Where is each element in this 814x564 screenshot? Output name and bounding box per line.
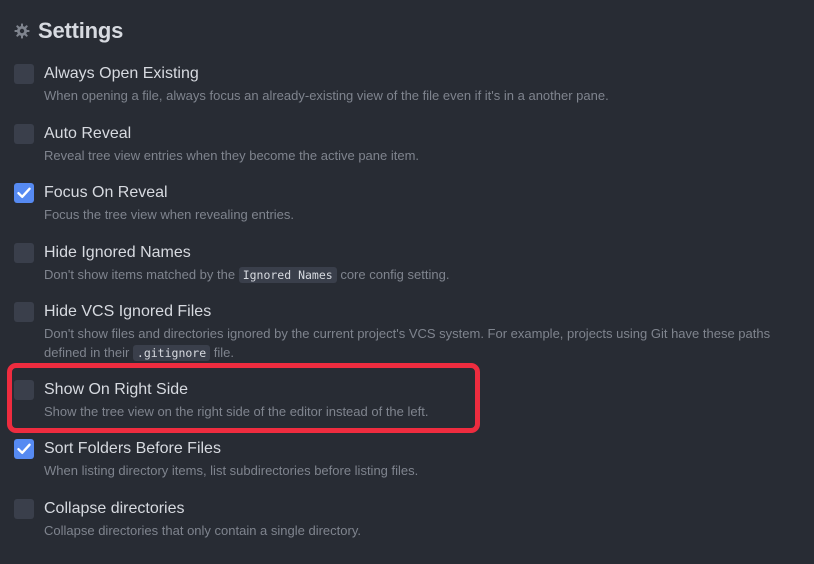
- highlight-box: [7, 363, 480, 433]
- setting-description: Don't show files and directories ignored…: [44, 324, 804, 363]
- hide-vcs-ignored-files-checkbox[interactable]: [14, 302, 34, 322]
- always-open-existing-checkbox[interactable]: [14, 64, 34, 84]
- setting-label: Collapse directories: [44, 500, 185, 517]
- setting-description: When opening a file, always focus an alr…: [44, 88, 609, 103]
- setting-label: Hide VCS Ignored Files: [44, 303, 212, 320]
- description-text: Don't show items matched by the: [44, 267, 239, 282]
- hide-ignored-names-checkbox[interactable]: [14, 243, 34, 263]
- setting-label: Auto Reveal: [44, 125, 132, 142]
- checkmark-icon: [17, 187, 31, 198]
- description-text: core config setting.: [336, 267, 450, 282]
- setting-description: Focus the tree view when revealing entri…: [44, 207, 295, 222]
- setting-description: Collapse directories that only contain a…: [44, 523, 361, 538]
- settings-panel: Settings Always Open Existing When openi…: [0, 0, 814, 564]
- code-snippet: .gitignore: [132, 345, 211, 361]
- description-text: file.: [210, 345, 234, 360]
- settings-header: Settings: [14, 14, 123, 48]
- auto-reveal-checkbox[interactable]: [14, 124, 34, 144]
- page-title: Settings: [38, 18, 124, 43]
- setting-label: Always Open Existing: [44, 65, 199, 82]
- setting-label: Focus On Reveal: [44, 184, 168, 201]
- setting-label: Hide Ignored Names: [44, 244, 191, 261]
- focus-on-reveal-checkbox[interactable]: [14, 183, 34, 203]
- sort-folders-before-files-checkbox[interactable]: [14, 439, 34, 459]
- collapse-directories-checkbox[interactable]: [14, 499, 34, 519]
- setting-label: Sort Folders Before Files: [44, 440, 221, 457]
- gear-icon: [14, 23, 30, 39]
- setting-description: Don't show items matched by the Ignored …: [44, 265, 804, 285]
- checkmark-icon: [17, 443, 31, 454]
- setting-description: Reveal tree view entries when they becom…: [44, 148, 420, 163]
- setting-description: When listing directory items, list subdi…: [44, 463, 419, 478]
- code-snippet: Ignored Names: [238, 267, 337, 283]
